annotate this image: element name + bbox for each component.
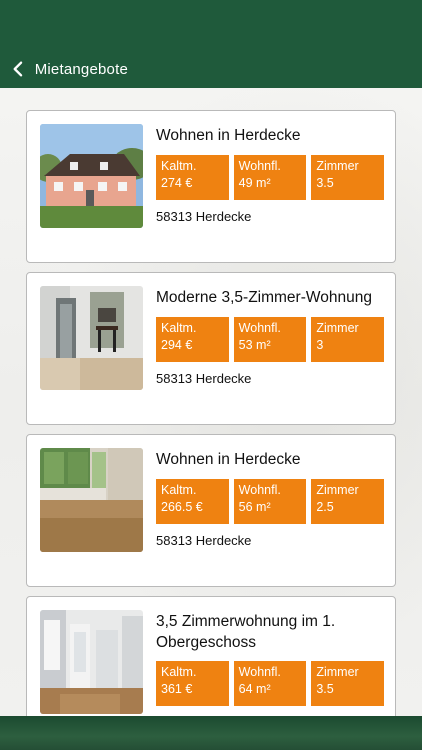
listing-card[interactable]: Wohnen in Herdecke Kaltm. 266.5 € Wohnfl.…	[26, 434, 396, 587]
listing-photo	[40, 448, 143, 552]
chevron-left-icon	[13, 61, 23, 77]
back-button[interactable]: Mietangebote	[8, 56, 128, 82]
listing-photo	[40, 286, 143, 390]
cold-rent-badge: Kaltm. 361 €	[156, 661, 229, 706]
listing-photo	[40, 124, 143, 228]
listing-title: 3,5 Zimmerwohnung im 1. Obergeschoss	[156, 613, 336, 651]
listing-title: Wohnen in Herdecke	[156, 127, 301, 144]
listing-attributes: Kaltm. 361 € Wohnfl. 64 m² Zimmer 3.5	[156, 661, 385, 706]
listing-photo	[40, 610, 143, 714]
listing-title: Moderne 3,5-Zimmer-Wohnung	[156, 289, 372, 306]
listing-attributes: Kaltm. 294 € Wohnfl. 53 m² Zimmer 3	[156, 317, 385, 362]
living-area-badge: Wohnfl. 49 m²	[233, 155, 307, 200]
listing-attributes: Kaltm. 266.5 € Wohnfl. 56 m² Zimmer 2.5	[156, 479, 385, 524]
bottom-bar	[0, 716, 422, 750]
listing-location: 58313 Herdecke	[156, 371, 252, 386]
cold-rent-badge: Kaltm. 266.5 €	[156, 479, 229, 524]
rooms-badge: Zimmer 3.5	[311, 661, 385, 706]
listing-title: Wohnen in Herdecke	[156, 451, 301, 468]
rooms-badge: Zimmer 3.5	[311, 155, 385, 200]
listing-attributes: Kaltm. 274 € Wohnfl. 49 m² Zimmer 3.5	[156, 155, 385, 200]
living-area-badge: Wohnfl. 53 m²	[233, 317, 307, 362]
listing-card[interactable]: Moderne 3,5-Zimmer-Wohnung Kaltm. 294 € W…	[26, 272, 396, 425]
listing-location: 58313 Herdecke	[156, 209, 252, 224]
page-title: Mietangebote	[34, 60, 128, 78]
rooms-badge: Zimmer 3	[311, 317, 385, 362]
listing-card[interactable]: 3,5 Zimmerwohnung im 1. Obergeschoss Kal…	[26, 596, 396, 716]
rooms-badge: Zimmer 2.5	[311, 479, 385, 524]
listing-location: 58313 Herdecke	[156, 533, 252, 548]
listing-card[interactable]: Wohnen in Herdecke Kaltm. 274 € Wohnfl. 49…	[26, 110, 396, 263]
top-bar: Mietangebote	[0, 0, 422, 88]
living-area-badge: Wohnfl. 56 m²	[233, 479, 307, 524]
cold-rent-badge: Kaltm. 274 €	[156, 155, 229, 200]
cold-rent-badge: Kaltm. 294 €	[156, 317, 229, 362]
living-area-badge: Wohnfl. 64 m²	[233, 661, 307, 706]
listing-list[interactable]: Wohnen in Herdecke Kaltm. 274 € Wohnfl. 49…	[0, 88, 422, 716]
